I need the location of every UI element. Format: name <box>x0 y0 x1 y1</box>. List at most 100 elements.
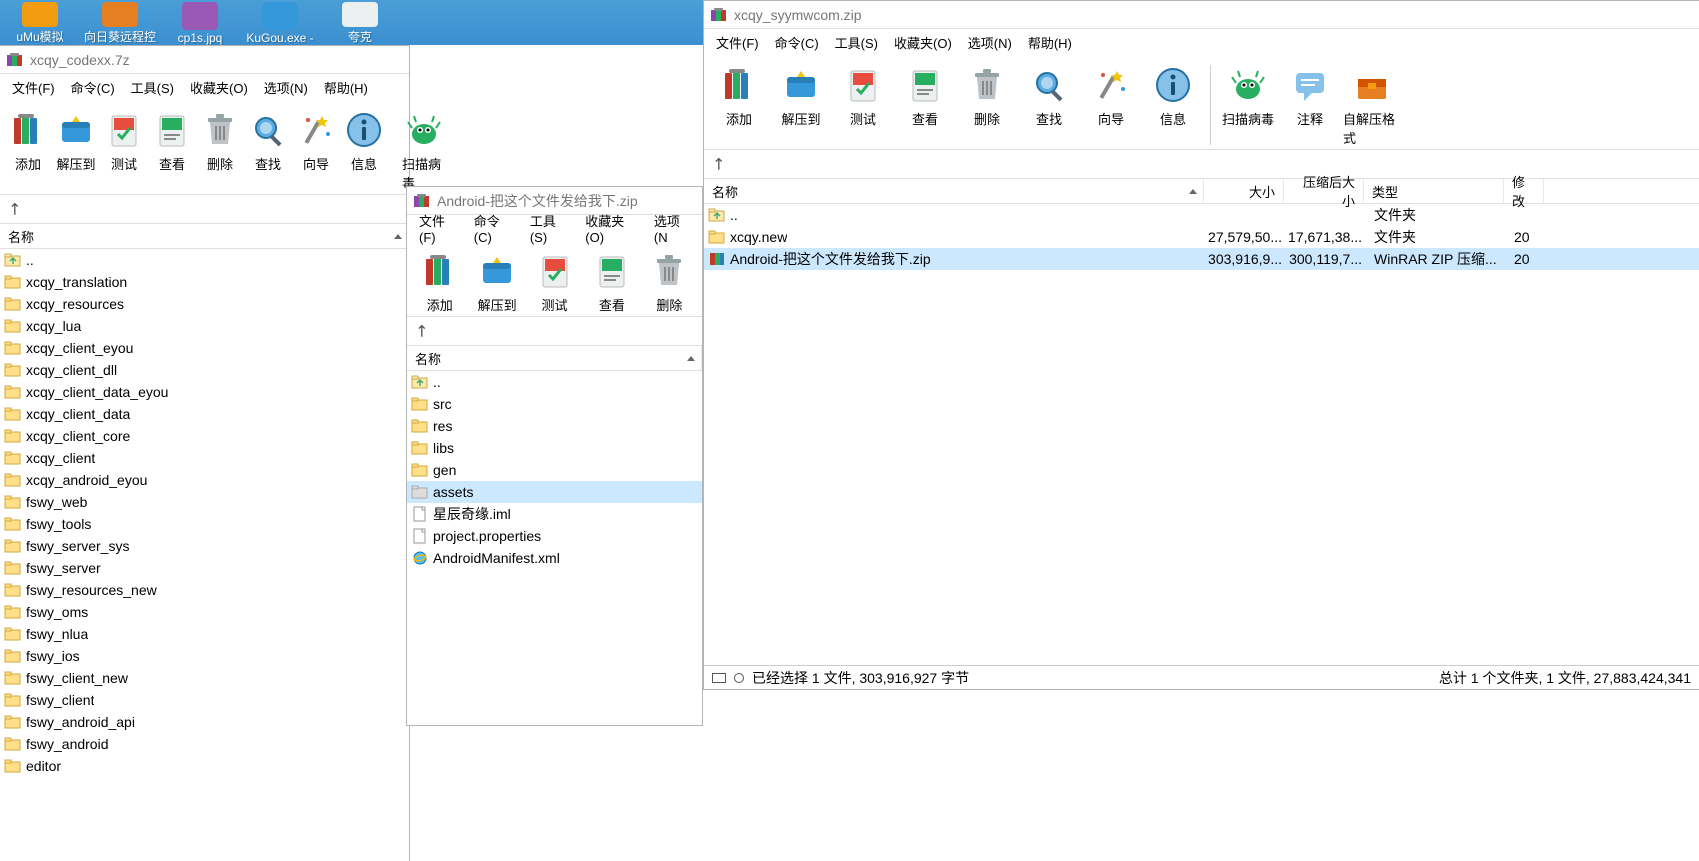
menu-item[interactable]: 选项(N) <box>256 76 316 99</box>
list-header[interactable]: 名称大小压缩后大小类型修改 <box>704 178 1699 204</box>
trash-button[interactable]: 删除 <box>956 61 1018 149</box>
menu-item[interactable]: 收藏夹(O) <box>182 76 256 99</box>
file-row[interactable]: .. <box>0 249 409 271</box>
info-button[interactable]: 信息 <box>340 106 388 194</box>
file-row[interactable]: xcqy_client_eyou <box>0 337 409 359</box>
extract-button[interactable]: 解压到 <box>770 61 832 149</box>
folder-icon <box>4 758 22 774</box>
comment-button[interactable]: 注释 <box>1279 61 1341 149</box>
test-button[interactable]: 测试 <box>832 61 894 149</box>
file-row[interactable]: fswy_android <box>0 733 409 755</box>
col-header[interactable]: 修改 <box>1504 179 1544 203</box>
virus-button[interactable]: 扫描病毒 <box>1217 61 1279 149</box>
file-row[interactable]: .. <box>407 371 702 393</box>
books-button[interactable]: 添加 <box>708 61 770 149</box>
file-row[interactable]: xcqy.new27,579,50...17,671,38...文件夹20 <box>704 226 1699 248</box>
col-header[interactable]: 大小 <box>1204 179 1284 203</box>
titlebar[interactable]: xcqy_syymwcom.zip <box>704 1 1699 29</box>
file-row[interactable]: fswy_android_api <box>0 711 409 733</box>
menu-item[interactable]: 帮助(H) <box>1020 31 1080 54</box>
trash-button[interactable]: 删除 <box>196 106 244 194</box>
menu-item[interactable]: 命令(C) <box>767 31 827 54</box>
list-header[interactable]: 名称 <box>0 223 409 249</box>
desktop-icon[interactable]: cp1s.jpq <box>160 0 240 45</box>
file-size: 303,916,9... <box>1208 251 1288 267</box>
sfx-button[interactable]: 自解压格式 <box>1341 61 1403 149</box>
col-header[interactable]: 名称 <box>704 179 1204 203</box>
trash-button[interactable]: 删除 <box>641 247 698 316</box>
find-button[interactable]: 查找 <box>1018 61 1080 149</box>
virus-button[interactable]: 扫描病毒 <box>400 106 448 194</box>
file-row[interactable]: AndroidManifest.xml <box>407 547 702 569</box>
desktop-icon[interactable]: uMu模拟 <box>0 0 80 45</box>
col-name[interactable]: 名称 <box>407 346 702 370</box>
menu-item[interactable]: 命令(C) <box>63 76 123 99</box>
file-row[interactable]: xcqy_resources <box>0 293 409 315</box>
test-button[interactable]: 测试 <box>526 247 583 316</box>
file-list[interactable]: ..srcreslibsgenassets星辰奇缘.imlproject.pro… <box>407 371 702 725</box>
menu-item[interactable]: 帮助(H) <box>316 76 376 99</box>
file-row[interactable]: xcqy_client_dll <box>0 359 409 381</box>
file-row[interactable]: ..文件夹 <box>704 204 1699 226</box>
file-row[interactable]: fswy_server <box>0 557 409 579</box>
file-row[interactable]: editor <box>0 755 409 777</box>
menu-item[interactable]: 文件(F) <box>4 76 63 99</box>
file-row[interactable]: xcqy_client_core <box>0 425 409 447</box>
file-row[interactable]: fswy_server_sys <box>0 535 409 557</box>
file-row[interactable]: Android-把这个文件发给我下.zip303,916,9...300,119… <box>704 248 1699 270</box>
file-row[interactable]: xcqy_android_eyou <box>0 469 409 491</box>
view-button[interactable]: 查看 <box>583 247 640 316</box>
menu-item[interactable]: 文件(F) <box>708 31 767 54</box>
file-row[interactable]: gen <box>407 459 702 481</box>
view-button[interactable]: 查看 <box>148 106 196 194</box>
file-row[interactable]: 星辰奇缘.iml <box>407 503 702 525</box>
wizard-button[interactable]: 向导 <box>1080 61 1142 149</box>
file-row[interactable]: project.properties <box>407 525 702 547</box>
file-row[interactable]: libs <box>407 437 702 459</box>
menu-item[interactable]: 收藏夹(O) <box>886 31 960 54</box>
file-row[interactable]: fswy_resources_new <box>0 579 409 601</box>
col-name[interactable]: 名称 <box>0 224 409 248</box>
file-row[interactable]: xcqy_client_data_eyou <box>0 381 409 403</box>
file-row[interactable]: src <box>407 393 702 415</box>
menu-item[interactable]: 选项(N) <box>960 31 1020 54</box>
menu-item[interactable]: 工具(S) <box>123 76 182 99</box>
up-bar[interactable]: ↗ <box>407 317 702 345</box>
books-button[interactable]: 添加 <box>4 106 52 194</box>
extract-button[interactable]: 解压到 <box>52 106 100 194</box>
find-button[interactable]: 查找 <box>244 106 292 194</box>
file-row[interactable]: fswy_client <box>0 689 409 711</box>
file-row[interactable]: xcqy_lua <box>0 315 409 337</box>
file-list[interactable]: ..xcqy_translationxcqy_resourcesxcqy_lua… <box>0 249 409 861</box>
desktop-icon[interactable]: 夸克 <box>320 0 400 45</box>
list-header[interactable]: 名称 <box>407 345 702 371</box>
desktop-icon[interactable]: KuGou.exe - <box>240 0 320 45</box>
books-button[interactable]: 添加 <box>411 247 468 316</box>
test-button[interactable]: 测试 <box>100 106 148 194</box>
file-list[interactable]: ..文件夹xcqy.new27,579,50...17,671,38...文件夹… <box>704 204 1699 665</box>
desktop-icon[interactable]: 向日葵远程控 <box>80 0 160 45</box>
file-row[interactable]: res <box>407 415 702 437</box>
file-row[interactable]: xcqy_client <box>0 447 409 469</box>
file-row[interactable]: fswy_tools <box>0 513 409 535</box>
file-row[interactable]: xcqy_translation <box>0 271 409 293</box>
menu-item[interactable]: 工具(S) <box>827 31 886 54</box>
titlebar[interactable]: xcqy_codexx.7z <box>0 46 409 74</box>
desktop-icon-label: uMu模拟 <box>16 28 63 45</box>
col-header[interactable]: 压缩后大小 <box>1284 179 1364 203</box>
up-bar[interactable]: ↗ <box>0 195 409 223</box>
up-bar[interactable]: ↗ <box>704 150 1699 178</box>
view-button[interactable]: 查看 <box>894 61 956 149</box>
info-button[interactable]: 信息 <box>1142 61 1204 149</box>
file-row[interactable]: fswy_nlua <box>0 623 409 645</box>
file-row[interactable]: fswy_client_new <box>0 667 409 689</box>
wizard-button[interactable]: 向导 <box>292 106 340 194</box>
file-row[interactable]: assets <box>407 481 702 503</box>
extract-button[interactable]: 解压到 <box>468 247 525 316</box>
folder-icon <box>4 604 22 620</box>
file-row[interactable]: xcqy_client_data <box>0 403 409 425</box>
file-row[interactable]: fswy_ios <box>0 645 409 667</box>
file-row[interactable]: fswy_oms <box>0 601 409 623</box>
col-header[interactable]: 类型 <box>1364 179 1504 203</box>
file-row[interactable]: fswy_web <box>0 491 409 513</box>
